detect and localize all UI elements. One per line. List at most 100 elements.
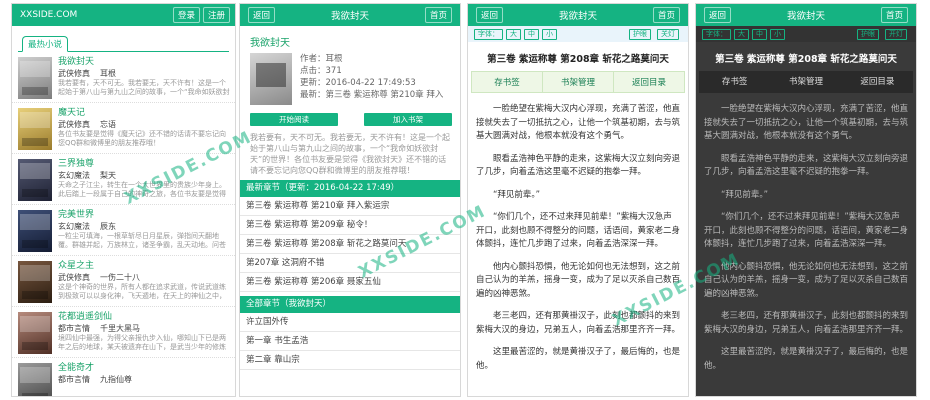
chapter-paragraph: “你们几个，还不过来拜见前辈！”紫梅大汉急声开口，此刻也顾不得整分的问题，话语间… bbox=[476, 212, 681, 249]
light-toggle-button[interactable]: 开灯 bbox=[885, 28, 907, 40]
bookmark-button[interactable]: 存书签 bbox=[699, 71, 770, 93]
shelf-manage-button[interactable]: 书架管理 bbox=[770, 71, 841, 93]
book-list-item[interactable]: 魔天记 武侠修真 忘语 各位书友要是觉得《魔天记》还不错的话请不要忘记向您QQ群和微博… bbox=[12, 103, 235, 154]
book-info: 魔天记 武侠修真 忘语 各位书友要是觉得《魔天记》还不错的话请不要忘记向您QQ群和微博… bbox=[58, 108, 230, 149]
chapter-link[interactable]: 许立国外传 bbox=[240, 313, 460, 332]
book-author: 忘语 bbox=[100, 120, 116, 129]
book-list-item[interactable]: 众星之主 武侠修真 一伤二十八 这是个神奇的世界，所有人都在追求武道，传说武道练到极致… bbox=[12, 256, 235, 307]
back-button[interactable]: 返回 bbox=[476, 7, 504, 23]
book-cover[interactable] bbox=[18, 57, 52, 99]
back-button[interactable]: 返回 bbox=[248, 7, 276, 23]
book-title[interactable]: 魔天记 bbox=[58, 108, 230, 119]
font-medium-button[interactable]: 中 bbox=[524, 28, 539, 40]
clicks-line: 点击：371 bbox=[300, 66, 342, 76]
book-cover[interactable] bbox=[18, 210, 52, 252]
book-list-item[interactable]: 完美世界 玄幻魔法 辰东 一粒尘可填海，一根草斩尽日月星辰，弹指间天翻地覆。群雄并起，… bbox=[12, 205, 235, 256]
chapter-paragraph: 一脸绝望在紫梅大汉内心浮现，充满了苦涩，他直接就失去了一切抵抗之心，让他一个筑基… bbox=[704, 104, 909, 141]
book-description bbox=[58, 385, 230, 396]
chapter-paragraph: 眼看孟浩神色平静的走来，这紫梅大汉立刻向旁退了几步，向着孟浩这里毫不迟疑的抱拳一… bbox=[704, 153, 909, 178]
latest-chapters-header: 最新章节（更新：2016-04-22 17:49） bbox=[240, 180, 460, 197]
book-meta: 都市言情 九指仙尊 bbox=[58, 374, 230, 385]
bookmark-button[interactable]: 存书签 bbox=[472, 72, 543, 92]
chapter-link[interactable]: 第三卷 紫运称尊 第206章 聂家五仙 bbox=[240, 273, 460, 292]
book-genre: 都市言情 bbox=[58, 375, 90, 384]
book-meta: 武侠修真 耳根 bbox=[58, 68, 230, 79]
book-description: 天命之子江尘，转生在一个大世界里的贵族少年身上。此后踏上一段属于自己的神奇之旅，… bbox=[58, 181, 226, 198]
latest-chapter-link[interactable]: 最新：第三卷 紫运称尊 第210章 拜入 bbox=[300, 89, 443, 101]
book-info: 众星之主 武侠修真 一伤二十八 这是个神奇的世界，所有人都在追求武道，传说武道练到极致… bbox=[58, 261, 230, 302]
top-bar: 返回 我欲封天 首页 bbox=[696, 4, 916, 26]
book-cover[interactable] bbox=[18, 261, 52, 303]
book-description: 各位书友要是觉得《魔天记》还不错的话请不要忘记向您QQ群和微博里的朋友推荐哦！ bbox=[58, 130, 226, 147]
book-info: 三界独尊 玄幻魔法 梨天 天命之子江尘，转生在一个大世界里的贵族少年身上。此后踏上一段… bbox=[58, 159, 230, 200]
reader-toolbar: 字体： 大 中 小 护眼 关灯 bbox=[468, 26, 688, 42]
book-description: 这是个神奇的世界，所有人都在追求武道，传说武道练到极致可以以身化神，飞天遁地，在… bbox=[58, 283, 226, 300]
tab-hot-novels[interactable]: 最热小说 bbox=[22, 36, 69, 52]
book-info: 花都逍遥剑仙 都市言情 千里大黑马 境四仙中最强，为得父亲报仇步入仙，哪知山下已是两年… bbox=[58, 312, 230, 353]
book-genre: 武侠修真 bbox=[58, 120, 90, 129]
start-reading-button[interactable]: 开始阅读 bbox=[250, 113, 338, 126]
book-info: 我欲封天 武侠修真 耳根 我若要有，天不可无。我若要无，天不许有！这是一个起始于第八山… bbox=[58, 57, 230, 98]
font-small-button[interactable]: 小 bbox=[542, 28, 557, 40]
chapter-link[interactable]: 第二章 靠山宗 bbox=[240, 351, 460, 370]
book-description: 一粒尘可填海，一根草斩尽日月星辰，弹指间天翻地覆。群雄并起，万族林立，诸圣争霸，… bbox=[58, 232, 226, 249]
book-list-item[interactable]: 花都逍遥剑仙 都市言情 千里大黑马 境四仙中最强，为得父亲报仇步入仙，哪知山下已是两年… bbox=[12, 307, 235, 358]
font-label: 字体： bbox=[702, 28, 731, 40]
book-name: 我欲封天 bbox=[250, 38, 290, 49]
login-button[interactable]: 登录 bbox=[172, 7, 200, 23]
font-medium-button[interactable]: 中 bbox=[752, 28, 767, 40]
book-meta: 玄幻魔法 辰东 bbox=[58, 221, 230, 232]
add-to-shelf-button[interactable]: 加入书架 bbox=[364, 113, 452, 126]
register-button[interactable]: 注册 bbox=[202, 7, 230, 23]
book-title[interactable]: 花都逍遥剑仙 bbox=[58, 312, 230, 323]
site-logo[interactable]: XXSIDE.COM bbox=[20, 10, 77, 20]
book-title[interactable]: 全能奇才 bbox=[58, 363, 230, 374]
book-title[interactable]: 三界独尊 bbox=[58, 159, 230, 170]
book-list-item[interactable]: 全能奇才 都市言情 九指仙尊 bbox=[12, 358, 235, 396]
font-small-button[interactable]: 小 bbox=[770, 28, 785, 40]
eye-mode-button[interactable]: 护眼 bbox=[629, 28, 651, 40]
book-author: 耳根 bbox=[100, 69, 116, 78]
book-detail-page: 返回 我欲封天 首页 我欲封天 作者：耳根 点击：371 更新：2016-04-… bbox=[239, 3, 461, 397]
book-info: 全能奇才 都市言情 九指仙尊 bbox=[58, 363, 230, 396]
back-button[interactable]: 返回 bbox=[704, 7, 732, 23]
reader-nav: 存书签 书架管理 返回目录 bbox=[471, 71, 685, 93]
chapter-link[interactable]: 第三卷 紫运称尊 第209章 秘令！ bbox=[240, 216, 460, 235]
book-cover[interactable] bbox=[18, 312, 52, 354]
book-author: 梨天 bbox=[100, 171, 116, 180]
chapter-paragraph: 老三老四，还有那黄褂汉子，此刻也都颤抖的来到紫梅大汉的身边，兄弟五人，向着孟浩那… bbox=[476, 311, 681, 335]
reader-page-night: 返回 我欲封天 首页 字体： 大 中 小 护眼 开灯 第三卷 紫运称尊 第208… bbox=[695, 3, 917, 397]
book-genre: 武侠修真 bbox=[58, 69, 90, 78]
book-genre: 玄幻魔法 bbox=[58, 171, 90, 180]
home-button[interactable]: 首页 bbox=[424, 7, 452, 23]
chapter-paragraph: 他内心颤抖恐惧，他无论如何也无法想到，这之前自己认为的羊羔，摇身一变，成为了足以… bbox=[476, 261, 681, 299]
chapter-link[interactable]: 第一章 书生孟浩 bbox=[240, 332, 460, 351]
toc-button[interactable]: 返回目录 bbox=[614, 72, 684, 92]
book-list-item[interactable]: 三界独尊 玄幻魔法 梨天 天命之子江尘，转生在一个大世界里的贵族少年身上。此后踏上一段… bbox=[12, 154, 235, 205]
book-list-item[interactable]: 我欲封天 武侠修真 耳根 我若要有，天不可无。我若要无，天不许有！这是一个起始于第八山… bbox=[12, 52, 235, 103]
book-title[interactable]: 我欲封天 bbox=[58, 57, 230, 68]
home-button[interactable]: 首页 bbox=[880, 7, 908, 23]
book-title[interactable]: 众星之主 bbox=[58, 261, 230, 272]
book-cover[interactable] bbox=[18, 108, 52, 150]
book-title[interactable]: 完美世界 bbox=[58, 210, 230, 221]
reader-nav: 存书签 书架管理 返回目录 bbox=[699, 71, 913, 93]
screenshot-collage: XXSIDE.COM 登录 注册 最热小说 我欲封天 武侠修真 耳根 我若要有，天不可… bbox=[0, 0, 930, 400]
book-cover[interactable] bbox=[18, 363, 52, 396]
light-toggle-button[interactable]: 关灯 bbox=[657, 28, 679, 40]
font-large-button[interactable]: 大 bbox=[734, 28, 749, 40]
eye-mode-button[interactable]: 护眼 bbox=[857, 28, 879, 40]
toc-button[interactable]: 返回目录 bbox=[842, 71, 913, 93]
chapter-link[interactable]: 第207章 这洞府不错 bbox=[240, 254, 460, 273]
top-bar: XXSIDE.COM 登录 注册 bbox=[12, 4, 235, 26]
home-button[interactable]: 首页 bbox=[652, 7, 680, 23]
font-large-button[interactable]: 大 bbox=[506, 28, 521, 40]
top-bar: 返回 我欲封天 首页 bbox=[468, 4, 688, 26]
shelf-manage-button[interactable]: 书架管理 bbox=[543, 72, 614, 92]
book-cover[interactable] bbox=[18, 159, 52, 201]
chapter-link[interactable]: 第三卷 紫运称尊 第210章 拜入紫运宗 bbox=[240, 197, 460, 216]
chapter-link[interactable]: 第三卷 紫运称尊 第208章 斩花之路莫问天 bbox=[240, 235, 460, 254]
book-genre: 都市言情 bbox=[58, 324, 90, 333]
book-cover bbox=[250, 53, 292, 105]
chapter-paragraph: “拜见前辈。” bbox=[493, 189, 541, 200]
